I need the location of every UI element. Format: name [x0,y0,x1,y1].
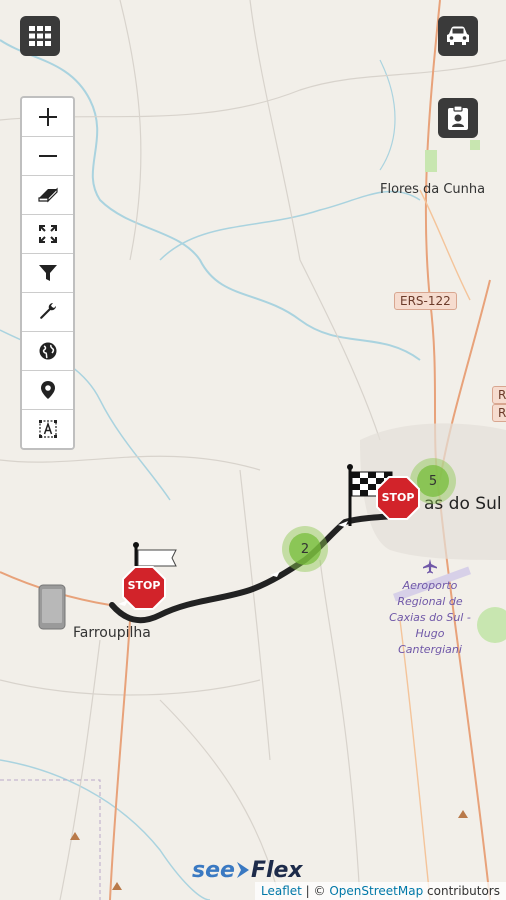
stop-sign-label: STOP [381,491,415,504]
plus-icon [38,108,57,126]
seeflex-logo: see Flex [192,858,303,883]
filter-icon [38,265,57,281]
leaflet-link[interactable]: Leaflet [261,884,302,898]
zoom-in-button[interactable] [22,98,73,137]
stop-sign-label: STOP [127,579,161,592]
text-label-icon [38,420,57,438]
phone-icon [38,584,66,630]
apps-menu-button[interactable] [20,16,60,56]
filter-button[interactable] [22,254,73,293]
airport-icon [422,558,438,574]
globe-icon [39,342,56,360]
road-shield-rs: RS [492,386,506,404]
airport-label: Aeroporto Regional de Caxias do Sul - Hu… [389,579,471,656]
vehicles-button[interactable] [438,16,478,56]
attribution-separator: | © [301,884,330,898]
location-button[interactable] [22,371,73,410]
map-layers-button[interactable] [22,332,73,371]
logo-flex-text: Flex [250,858,303,883]
device-marker[interactable] [38,584,66,630]
stop-sign-end[interactable]: STOP [376,476,420,520]
car-icon [447,26,469,45]
driver-badge-button[interactable] [438,98,478,138]
wrench-icon [39,303,56,319]
openstreetmap-link[interactable]: OpenStreetMap [329,884,423,898]
grid-icon [29,26,51,46]
id-badge-icon [448,105,468,130]
stop-sign-start[interactable]: STOP [122,566,166,610]
expand-icon [38,225,57,243]
fullscreen-button[interactable] [22,215,73,254]
chevron-right-icon [236,862,249,878]
map-tiles [0,0,506,900]
minus-icon [38,155,57,157]
map-attribution: Leaflet | © OpenStreetMap contributors [255,882,506,900]
cluster-count: 5 [417,465,449,497]
attribution-contributors: contributors [423,884,500,898]
eraser-icon [37,187,58,203]
cluster-count: 2 [289,533,321,565]
place-label-flores-da-cunha: Flores da Cunha [380,182,486,197]
map-pin-icon [40,381,55,399]
road-shield-ers122: ERS-122 [394,292,457,310]
eraser-button[interactable] [22,176,73,215]
cluster-marker[interactable]: 2 [282,526,328,572]
logo-see-text: see [192,858,235,883]
road-shield-rs-2: RS [492,404,506,422]
place-label-farroupilha: Farroupilha [73,625,151,641]
map-toolbar [20,96,75,450]
map-canvas[interactable]: Flores da Cunha as do Sul Farroupilha ER… [0,0,506,900]
settings-button[interactable] [22,293,73,332]
labels-button[interactable] [22,410,73,448]
zoom-out-button[interactable] [22,137,73,176]
